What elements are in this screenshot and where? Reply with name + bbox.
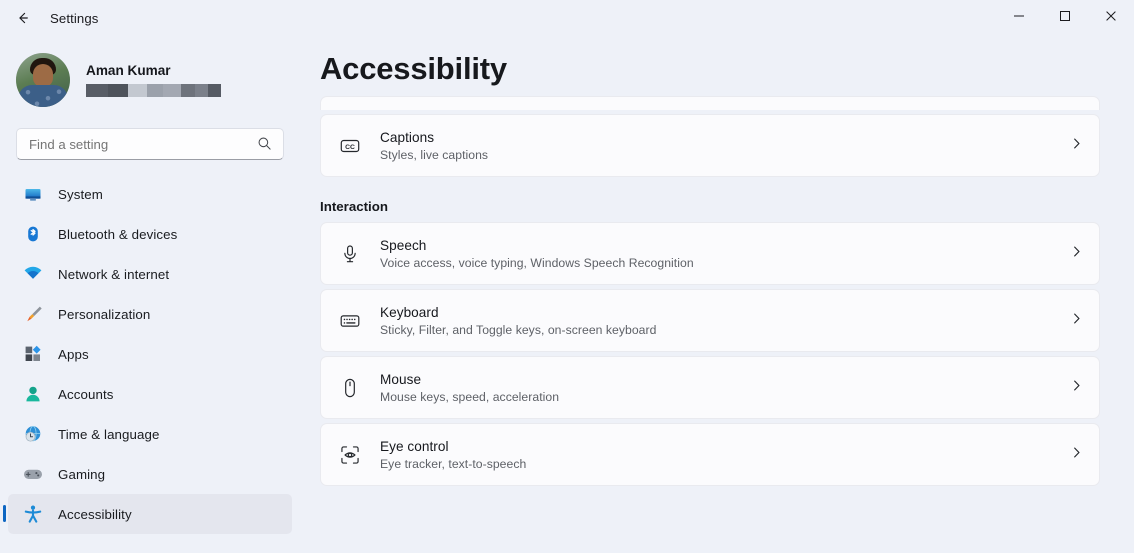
profile-text: Aman Kumar xyxy=(86,63,221,97)
sidebar-item-label: System xyxy=(58,186,103,202)
sidebar-item-label: Accounts xyxy=(58,386,114,402)
card-text: Keyboard Sticky, Filter, and Toggle keys… xyxy=(380,305,656,337)
globe-clock-icon xyxy=(22,423,44,445)
monitor-icon xyxy=(22,183,44,205)
card-text: Speech Voice access, voice typing, Windo… xyxy=(380,238,694,270)
chevron-right-icon xyxy=(1070,379,1083,397)
sidebar-item-gaming[interactable]: Gaming xyxy=(8,454,292,494)
sidebar-item-network-internet[interactable]: Network & internet xyxy=(8,254,292,294)
main-content: Accessibility CC Captions Styles, live c… xyxy=(300,36,1134,553)
search-icon xyxy=(257,136,272,156)
card-speech[interactable]: Speech Voice access, voice typing, Windo… xyxy=(320,222,1100,285)
card-title: Eye control xyxy=(380,438,449,454)
minimize-icon xyxy=(1013,9,1025,27)
card-partial-above[interactable] xyxy=(320,96,1100,110)
chevron-right-icon xyxy=(1070,137,1083,155)
minimize-button[interactable] xyxy=(996,0,1042,36)
card-captions[interactable]: CC Captions Styles, live captions xyxy=(320,114,1100,177)
sidebar-item-label: Time & language xyxy=(58,426,160,442)
maximize-button[interactable] xyxy=(1042,0,1088,36)
close-icon xyxy=(1105,9,1117,27)
page-title: Accessibility xyxy=(320,51,507,86)
gamepad-icon xyxy=(22,463,44,485)
maximize-icon xyxy=(1059,9,1071,27)
sidebar-item-apps[interactable]: Apps xyxy=(8,334,292,374)
card-text: Mouse Mouse keys, speed, acceleration xyxy=(380,372,559,404)
back-arrow-icon xyxy=(15,10,31,26)
card-subtitle: Eye tracker, text-to-speech xyxy=(380,456,527,471)
settings-scroll-area[interactable]: CC Captions Styles, live captions Intera… xyxy=(300,96,1134,553)
mouse-icon xyxy=(335,377,365,399)
sidebar: Aman Kumar Find a setting System Bluetoo… xyxy=(0,36,300,553)
chevron-right-icon xyxy=(1070,312,1083,330)
card-text: Captions Styles, live captions xyxy=(380,130,488,162)
sidebar-item-label: Gaming xyxy=(58,466,106,482)
sidebar-item-label: Apps xyxy=(58,346,89,362)
microphone-icon xyxy=(335,243,365,265)
sidebar-item-personalization[interactable]: Personalization xyxy=(8,294,292,334)
sidebar-item-label: Network & internet xyxy=(58,266,170,282)
wifi-icon xyxy=(22,263,44,285)
eye-control-icon xyxy=(335,444,365,466)
card-text: Eye control Eye tracker, text-to-speech xyxy=(380,439,526,471)
card-subtitle: Voice access, voice typing, Windows Spee… xyxy=(380,255,694,270)
card-eye-control[interactable]: Eye control Eye tracker, text-to-speech xyxy=(320,423,1100,486)
sidebar-item-time-language[interactable]: Time & language xyxy=(8,414,292,454)
title-bar: Settings xyxy=(0,0,1134,36)
apps-grid-icon xyxy=(22,343,44,365)
search-input[interactable] xyxy=(29,136,244,152)
chevron-right-icon xyxy=(1070,245,1083,263)
person-icon xyxy=(22,383,44,405)
window-title: Settings xyxy=(50,10,99,26)
search-section xyxy=(16,128,284,160)
sidebar-item-system[interactable]: System xyxy=(8,174,292,214)
chevron-right-icon xyxy=(1070,446,1083,464)
keyboard-icon xyxy=(335,310,365,332)
card-title: Speech xyxy=(380,237,427,253)
section-heading-interaction: Interaction xyxy=(320,199,388,214)
card-title: Captions xyxy=(380,129,435,145)
back-button[interactable] xyxy=(6,3,40,33)
closed-caption-icon: CC xyxy=(335,135,365,157)
close-button[interactable] xyxy=(1088,0,1134,36)
card-title: Mouse xyxy=(380,371,422,387)
sidebar-item-accounts[interactable]: Accounts xyxy=(8,374,292,414)
settings-window: Settings Aman Kumar Find a setting Syste… xyxy=(0,0,1134,553)
bluetooth-icon xyxy=(22,223,44,245)
card-subtitle: Mouse keys, speed, acceleration xyxy=(380,389,560,404)
sidebar-item-label: Bluetooth & devices xyxy=(58,226,178,242)
search-box[interactable] xyxy=(16,128,284,160)
sidebar-nav: System Bluetooth & devices Network & int… xyxy=(0,174,300,534)
sidebar-item-label: Personalization xyxy=(58,306,151,322)
sidebar-item-accessibility[interactable]: Accessibility xyxy=(3,494,292,534)
svg-text:CC: CC xyxy=(345,143,355,150)
paintbrush-icon xyxy=(22,303,44,325)
card-keyboard[interactable]: Keyboard Sticky, Filter, and Toggle keys… xyxy=(320,289,1100,352)
avatar xyxy=(16,53,70,107)
card-subtitle: Styles, live captions xyxy=(380,147,489,162)
profile-email-redacted xyxy=(86,84,221,97)
card-subtitle: Sticky, Filter, and Toggle keys, on-scre… xyxy=(380,322,657,337)
window-controls xyxy=(996,0,1134,36)
profile-name: Aman Kumar xyxy=(86,63,171,78)
sidebar-item-label: Accessibility xyxy=(58,506,132,522)
selection-indicator xyxy=(3,505,6,522)
sidebar-item-bluetooth-devices[interactable]: Bluetooth & devices xyxy=(8,214,292,254)
profile-section[interactable]: Aman Kumar xyxy=(16,48,300,112)
accessibility-icon xyxy=(22,503,44,525)
card-title: Keyboard xyxy=(380,304,439,320)
card-mouse[interactable]: Mouse Mouse keys, speed, acceleration xyxy=(320,356,1100,419)
